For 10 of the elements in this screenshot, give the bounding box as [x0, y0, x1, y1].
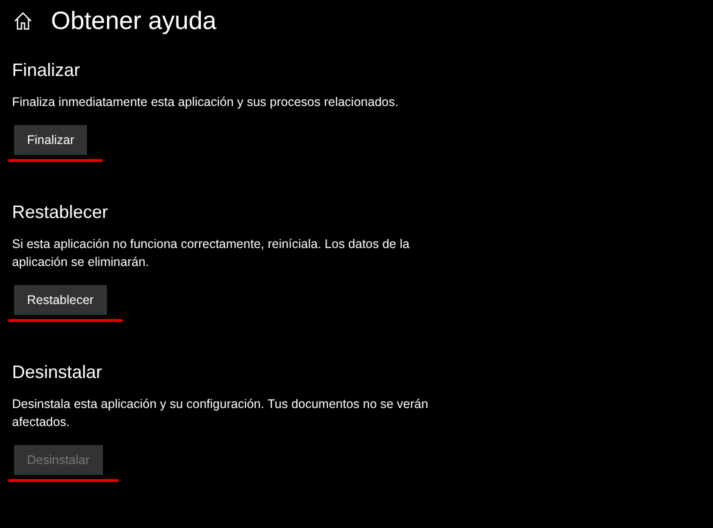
section-description: Si esta aplicación no funciona correctamente, reiníciala. Los datos de la aplicación se eliminarán.: [12, 236, 410, 271]
page-title: Obtener ayuda: [51, 6, 216, 36]
home-icon[interactable]: [13, 11, 33, 31]
action-button[interactable]: Restablecer: [14, 285, 107, 315]
section-description: Desinstala esta aplicación y su configuración. Tus documentos no se verán afectados.: [12, 396, 430, 431]
section-description: Finaliza inmediatamente esta aplicación y sus procesos relacionados.: [12, 94, 400, 111]
action-button[interactable]: Finalizar: [14, 125, 88, 155]
section-heading: Restablecer: [12, 202, 110, 223]
section-heading: Desinstalar: [12, 362, 104, 383]
section-heading: Finalizar: [12, 60, 82, 81]
